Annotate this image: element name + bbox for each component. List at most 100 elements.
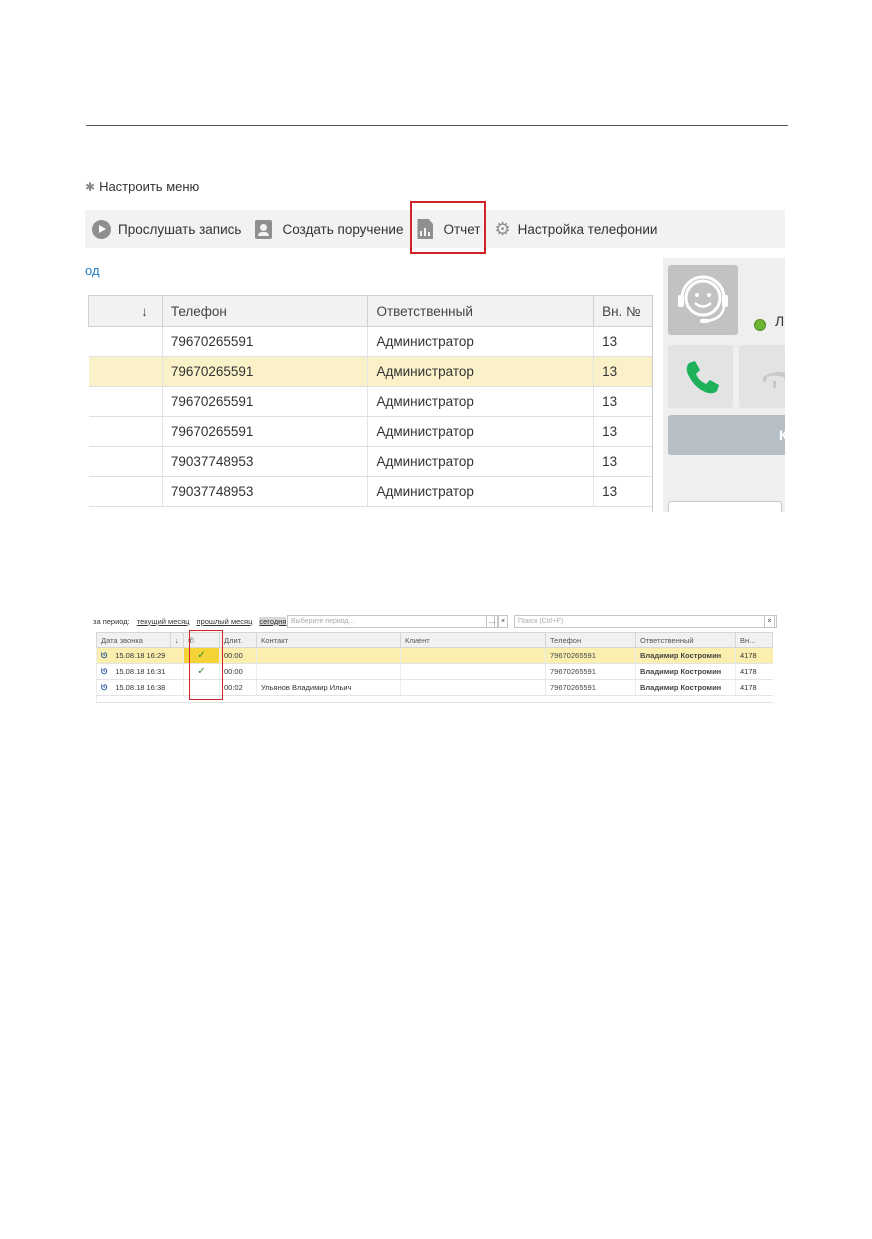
call-date-cell: 15.08.18 16:29 — [115, 650, 166, 660]
online-status-indicator — [754, 319, 766, 331]
panel-action-button[interactable]: К — [668, 415, 785, 455]
client-column-header[interactable]: Клиент — [400, 632, 546, 648]
gear-icon: ✱ — [85, 179, 96, 194]
ext-cell: 13 — [593, 446, 653, 477]
period-select-input[interactable]: Выберите период... — [287, 615, 495, 628]
ext-cell: 13 — [593, 386, 653, 417]
responsible-cell: Владимир Костромин — [635, 663, 736, 680]
phone-cell: 79670265591 — [161, 416, 368, 447]
ext-cell: 13 — [593, 326, 653, 357]
table-row[interactable]: 79670265591 Администратор 13 — [88, 386, 653, 417]
call-date-column-header[interactable]: Дата звонка — [96, 632, 171, 648]
horizontal-rule — [86, 125, 788, 126]
responsible-column-header[interactable]: Ответственный — [367, 295, 595, 327]
telephony-settings-button[interactable]: ⚙ Настройка телефонии — [494, 210, 657, 248]
table-right-border — [652, 295, 653, 512]
incoming-call-icon: ᘎ — [101, 650, 108, 660]
current-month-link[interactable]: текущий месяц — [137, 617, 190, 626]
period-filter-bar: за период: текущий месяц прошлый месяц с… — [93, 615, 293, 627]
duration-column-header[interactable]: Длит. — [219, 632, 257, 648]
screenshot-call-journal-detailed: за период: текущий месяц прошлый месяц с… — [93, 612, 778, 704]
period-link[interactable]: од — [85, 263, 100, 278]
softphone-panel: Л К — [663, 258, 785, 512]
configure-menu-link[interactable]: ✱ Настроить меню — [85, 179, 199, 194]
responsible-cell: Владимир Костромин — [635, 647, 736, 664]
sort-column-header[interactable]: ↓ — [88, 295, 163, 327]
duration-cell: 00:00 — [219, 647, 257, 664]
period-filter-label: за период: — [93, 616, 130, 626]
phone-icon — [686, 361, 719, 394]
hang-up-button[interactable] — [739, 345, 785, 408]
today-link[interactable]: сегодня — [259, 616, 287, 626]
duration-cell: 00:02 — [219, 679, 257, 696]
telephony-settings-label: Настройка телефонии — [517, 221, 658, 237]
ext-cell: 13 — [593, 416, 653, 447]
phone-cell: 79670265591 — [545, 679, 636, 696]
search-input[interactable]: Поиск (Ctrl+F) — [514, 615, 777, 628]
client-cell — [400, 647, 546, 664]
ext-cell: 4178 — [735, 663, 773, 680]
hang-up-icon — [763, 372, 785, 388]
contact-cell: Ульянов Владимир Ильич — [256, 679, 401, 696]
gear-icon: ⚙ — [494, 219, 511, 239]
ext-cell: 4178 — [735, 647, 773, 664]
responsible-cell: Владимир Костромин — [635, 679, 736, 696]
responsible-cell: Администратор — [367, 476, 594, 507]
phone-cell: 79670265591 — [545, 647, 636, 664]
create-task-button[interactable]: Создать поручение — [255, 210, 403, 248]
incoming-call-icon: ᘎ — [101, 682, 108, 692]
ext-cell: 13 — [593, 356, 653, 387]
operator-status-label: Л — [775, 313, 785, 329]
search-clear-button[interactable]: × — [764, 615, 775, 628]
call-date-cell: 15.08.18 16:31 — [115, 666, 166, 676]
phone-cell: 79670265591 — [161, 386, 368, 417]
configure-menu-label: Настроить меню — [99, 179, 200, 194]
phone-column-header[interactable]: Телефон — [545, 632, 636, 648]
headset-face-icon — [678, 275, 728, 323]
contact-cell — [256, 647, 401, 664]
responsible-cell: Администратор — [367, 326, 594, 357]
previous-month-link[interactable]: прошлый месяц — [196, 617, 252, 626]
panel-input-field[interactable] — [668, 501, 782, 512]
contact-cell — [256, 663, 401, 680]
table-row[interactable]: 79037748953 Администратор 13 — [88, 476, 653, 507]
ext-column-header[interactable]: Вн... — [735, 632, 773, 648]
period-choose-button[interactable]: ... — [486, 615, 498, 628]
ext-cell: 4178 — [735, 679, 773, 696]
table-row-selected[interactable]: 79670265591 Администратор 13 — [88, 356, 653, 387]
phone-cell: 79670265591 — [161, 356, 368, 387]
contact-column-header[interactable]: Контакт — [256, 632, 401, 648]
responsible-cell: Администратор — [367, 386, 594, 417]
phone-cell: 79670265591 — [161, 326, 368, 357]
incoming-call-icon: ᘎ — [101, 666, 108, 676]
call-date-cell: 15.08.18 16:38 — [115, 682, 166, 692]
calls-table: ↓ Телефон Ответственный Вн. № 7967026559… — [88, 295, 653, 507]
screenshot-call-journal: ✱ Настроить меню Прослушать запись Созда… — [85, 170, 785, 512]
report-highlight-frame — [410, 201, 486, 254]
responsible-column-header[interactable]: Ответственный — [635, 632, 736, 648]
client-cell — [400, 679, 546, 696]
phone-cell: 79037748953 — [161, 476, 368, 507]
ext-column-header[interactable]: Вн. № — [593, 295, 653, 327]
table-row[interactable]: 79670265591 Администратор 13 — [88, 416, 653, 447]
client-cell — [400, 663, 546, 680]
phone-cell: 79670265591 — [545, 663, 636, 680]
call-button[interactable] — [668, 345, 733, 408]
phone-column-header[interactable]: Телефон — [161, 295, 369, 327]
create-task-label: Создать поручение — [282, 221, 404, 237]
play-recording-button[interactable]: Прослушать запись — [92, 210, 241, 248]
sort-column-header[interactable]: ↓ — [170, 632, 184, 648]
ext-cell: 13 — [593, 476, 653, 507]
operator-avatar — [668, 265, 738, 335]
table-row[interactable]: 79670265591 Администратор 13 — [88, 326, 653, 357]
responsible-cell: Администратор — [367, 356, 594, 387]
responsible-cell: Администратор — [367, 416, 594, 447]
task-icon — [255, 219, 273, 239]
responsible-cell: Администратор — [367, 446, 594, 477]
duration-cell: 00:00 — [219, 663, 257, 680]
play-recording-label: Прослушать запись — [118, 221, 242, 237]
answered-column-highlight-frame — [189, 630, 223, 700]
play-icon — [92, 219, 111, 239]
table-row[interactable]: 79037748953 Администратор 13 — [88, 446, 653, 477]
period-clear-button[interactable]: × — [498, 615, 508, 628]
